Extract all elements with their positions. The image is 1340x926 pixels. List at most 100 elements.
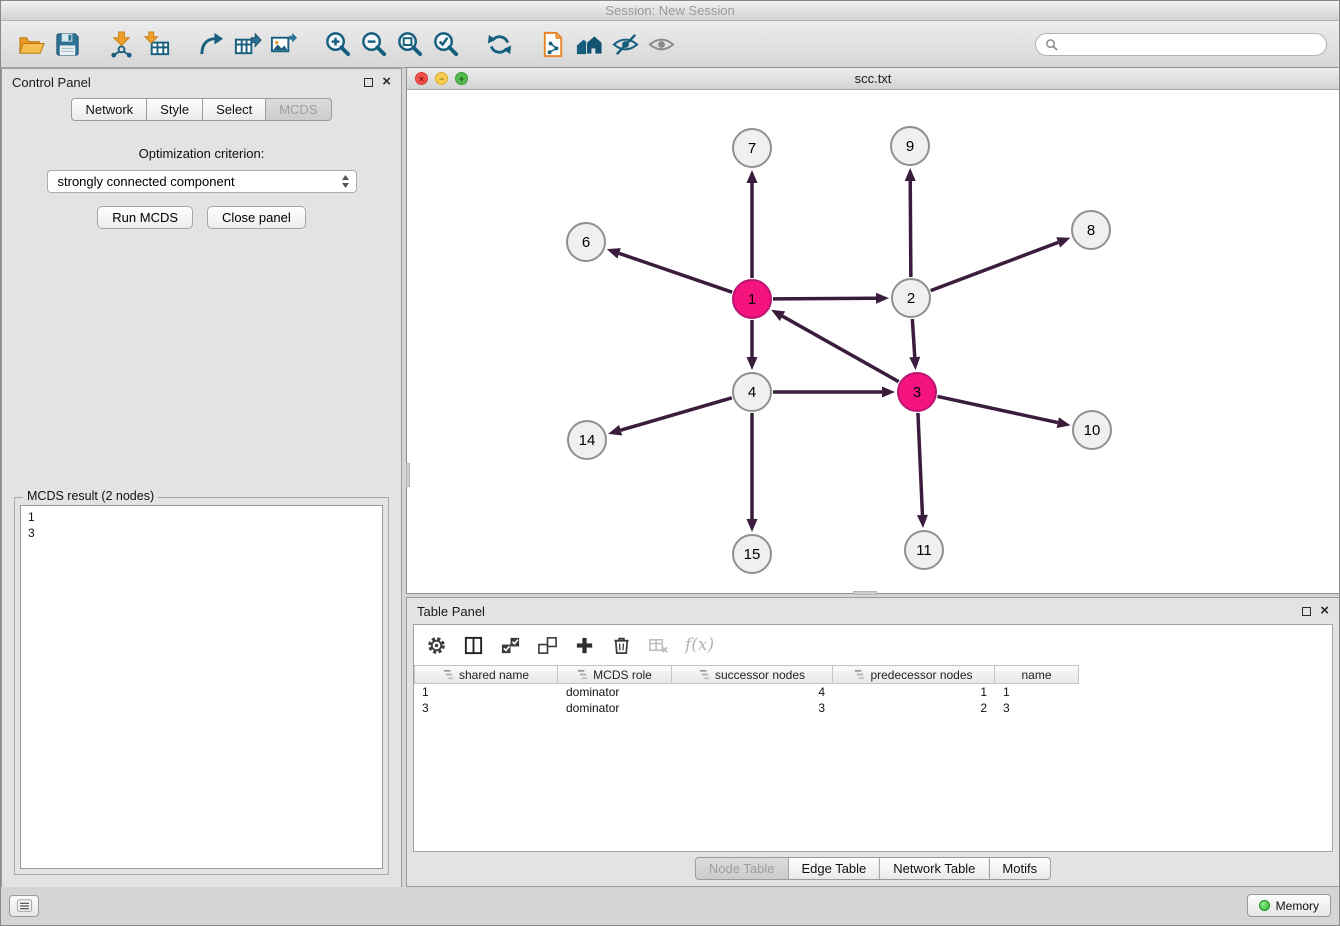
graph-edge-3-11[interactable] (917, 413, 928, 528)
column-header-name[interactable]: name (995, 665, 1079, 684)
save-session-button[interactable] (49, 25, 85, 63)
table-row[interactable]: 1 dominator 4 1 1 (414, 684, 1332, 700)
search-input[interactable] (1063, 37, 1317, 51)
home-icon (575, 30, 604, 59)
close-mcds-panel-button[interactable]: Close panel (207, 206, 306, 229)
graph-node-3[interactable]: 3 (898, 373, 936, 411)
mcds-result-list[interactable]: 1 3 (20, 505, 383, 869)
criterion-selected-value: strongly connected component (58, 174, 235, 189)
graph-edge-1-6[interactable] (607, 248, 732, 292)
run-mcds-button[interactable]: Run MCDS (97, 206, 193, 229)
zoom-fit-button[interactable] (391, 25, 427, 63)
graph-node-4[interactable]: 4 (733, 373, 771, 411)
graph-node-1[interactable]: 1 (733, 280, 771, 318)
graph-node-7[interactable]: 7 (733, 129, 771, 167)
tab-network-table[interactable]: Network Table (880, 857, 989, 880)
column-header-successor-nodes[interactable]: successor nodes (672, 665, 833, 684)
tab-edge-table[interactable]: Edge Table (788, 857, 880, 880)
graph-edge-4-3[interactable] (773, 387, 895, 398)
close-window-icon[interactable]: × (415, 72, 428, 85)
network-window-titlebar[interactable]: × − + scc.txt (407, 68, 1339, 90)
home-button[interactable] (571, 25, 607, 63)
cell-predecessor-nodes[interactable]: 2 (833, 700, 995, 716)
tab-select[interactable]: Select (203, 98, 266, 121)
zoom-selected-button[interactable] (427, 25, 463, 63)
graph-node-11[interactable]: 11 (905, 531, 943, 569)
cell-predecessor-nodes[interactable]: 1 (833, 684, 995, 700)
graph-edge-3-1[interactable] (771, 310, 899, 382)
tab-node-table[interactable]: Node Table (695, 857, 789, 880)
cell-shared-name[interactable]: 3 (414, 700, 558, 716)
graph-node-6[interactable]: 6 (567, 223, 605, 261)
graph-node-10[interactable]: 10 (1073, 411, 1111, 449)
search-icon (1045, 38, 1058, 51)
cell-successor-nodes[interactable]: 3 (672, 700, 833, 716)
graph-node-9[interactable]: 9 (891, 127, 929, 165)
graph-node-2[interactable]: 2 (892, 279, 930, 317)
network-overview-button[interactable] (535, 25, 571, 63)
close-panel-icon[interactable]: × (382, 77, 391, 87)
network-canvas[interactable]: 7 9 6 8 1 2 4 3 14 10 15 11 (407, 90, 1339, 593)
open-session-button[interactable] (13, 25, 49, 63)
window-titlebar[interactable]: Session: New Session (1, 1, 1339, 21)
column-header-shared-name[interactable]: shared name (414, 665, 558, 684)
maximize-window-icon[interactable]: + (455, 72, 468, 85)
eye-slash-icon (611, 30, 640, 59)
graph-edge-4-15[interactable] (747, 413, 758, 532)
deselect-all-columns-button[interactable] (537, 635, 558, 656)
create-column-button[interactable] (574, 635, 595, 656)
graph-edge-2-9[interactable] (905, 168, 916, 277)
graph-edge-1-4[interactable] (747, 320, 758, 370)
zoom-out-button[interactable] (355, 25, 391, 63)
cell-successor-nodes[interactable]: 4 (672, 684, 833, 700)
graph-edge-2-8[interactable] (931, 237, 1071, 290)
graph-edge-1-7[interactable] (747, 170, 758, 278)
vertical-splitter-grip[interactable] (406, 463, 410, 487)
column-header-mcds-role[interactable]: MCDS role (558, 665, 672, 684)
search-box[interactable] (1035, 33, 1327, 56)
export-table-button[interactable] (229, 25, 265, 63)
export-network-button[interactable] (193, 25, 229, 63)
cell-mcds-role[interactable]: dominator (558, 684, 672, 700)
export-image-button[interactable] (265, 25, 301, 63)
cell-name[interactable]: 1 (995, 684, 1079, 700)
hide-details-button[interactable] (607, 25, 643, 63)
network-graph[interactable]: 7 9 6 8 1 2 4 3 14 10 15 11 (407, 90, 1339, 593)
select-all-columns-button[interactable] (500, 635, 521, 656)
import-table-button[interactable] (139, 25, 175, 63)
zoom-in-button[interactable] (319, 25, 355, 63)
panel-menu-button[interactable] (9, 895, 39, 917)
cell-name[interactable]: 3 (995, 700, 1079, 716)
main-toolbar (1, 21, 1339, 68)
graph-node-14[interactable]: 14 (568, 421, 606, 459)
delete-column-button[interactable] (611, 635, 632, 656)
horizontal-splitter-grip[interactable] (853, 591, 877, 595)
tab-motifs[interactable]: Motifs (989, 857, 1051, 880)
tab-mcds[interactable]: MCDS (266, 98, 331, 121)
tab-style[interactable]: Style (147, 98, 203, 121)
graph-edge-2-3[interactable] (909, 319, 920, 370)
show-columns-button[interactable] (463, 635, 484, 656)
table-settings-button[interactable] (426, 635, 447, 656)
graph-edge-4-14[interactable] (608, 398, 732, 436)
close-table-panel-icon[interactable]: × (1320, 606, 1329, 616)
control-panel-tabs: Network Style Select MCDS (2, 98, 401, 121)
cell-shared-name[interactable]: 1 (414, 684, 558, 700)
cell-mcds-role[interactable]: dominator (558, 700, 672, 716)
graph-edge-1-2[interactable] (773, 293, 889, 304)
float-table-panel-icon[interactable] (1302, 604, 1311, 619)
column-header-predecessor-nodes[interactable]: predecessor nodes (833, 665, 995, 684)
memory-button[interactable]: Memory (1247, 894, 1331, 917)
show-details-button[interactable] (643, 25, 679, 63)
table-row[interactable]: 3 dominator 3 2 3 (414, 700, 1332, 716)
import-network-button[interactable] (103, 25, 139, 63)
graph-node-8[interactable]: 8 (1072, 211, 1110, 249)
criterion-dropdown[interactable]: strongly connected component (47, 170, 357, 193)
minimize-window-icon[interactable]: − (435, 72, 448, 85)
graph-edge-3-10[interactable] (938, 396, 1071, 427)
svg-text:3: 3 (913, 384, 921, 401)
tab-network[interactable]: Network (71, 98, 147, 121)
float-panel-icon[interactable] (364, 75, 373, 90)
graph-node-15[interactable]: 15 (733, 535, 771, 573)
apply-layout-button[interactable] (481, 25, 517, 63)
